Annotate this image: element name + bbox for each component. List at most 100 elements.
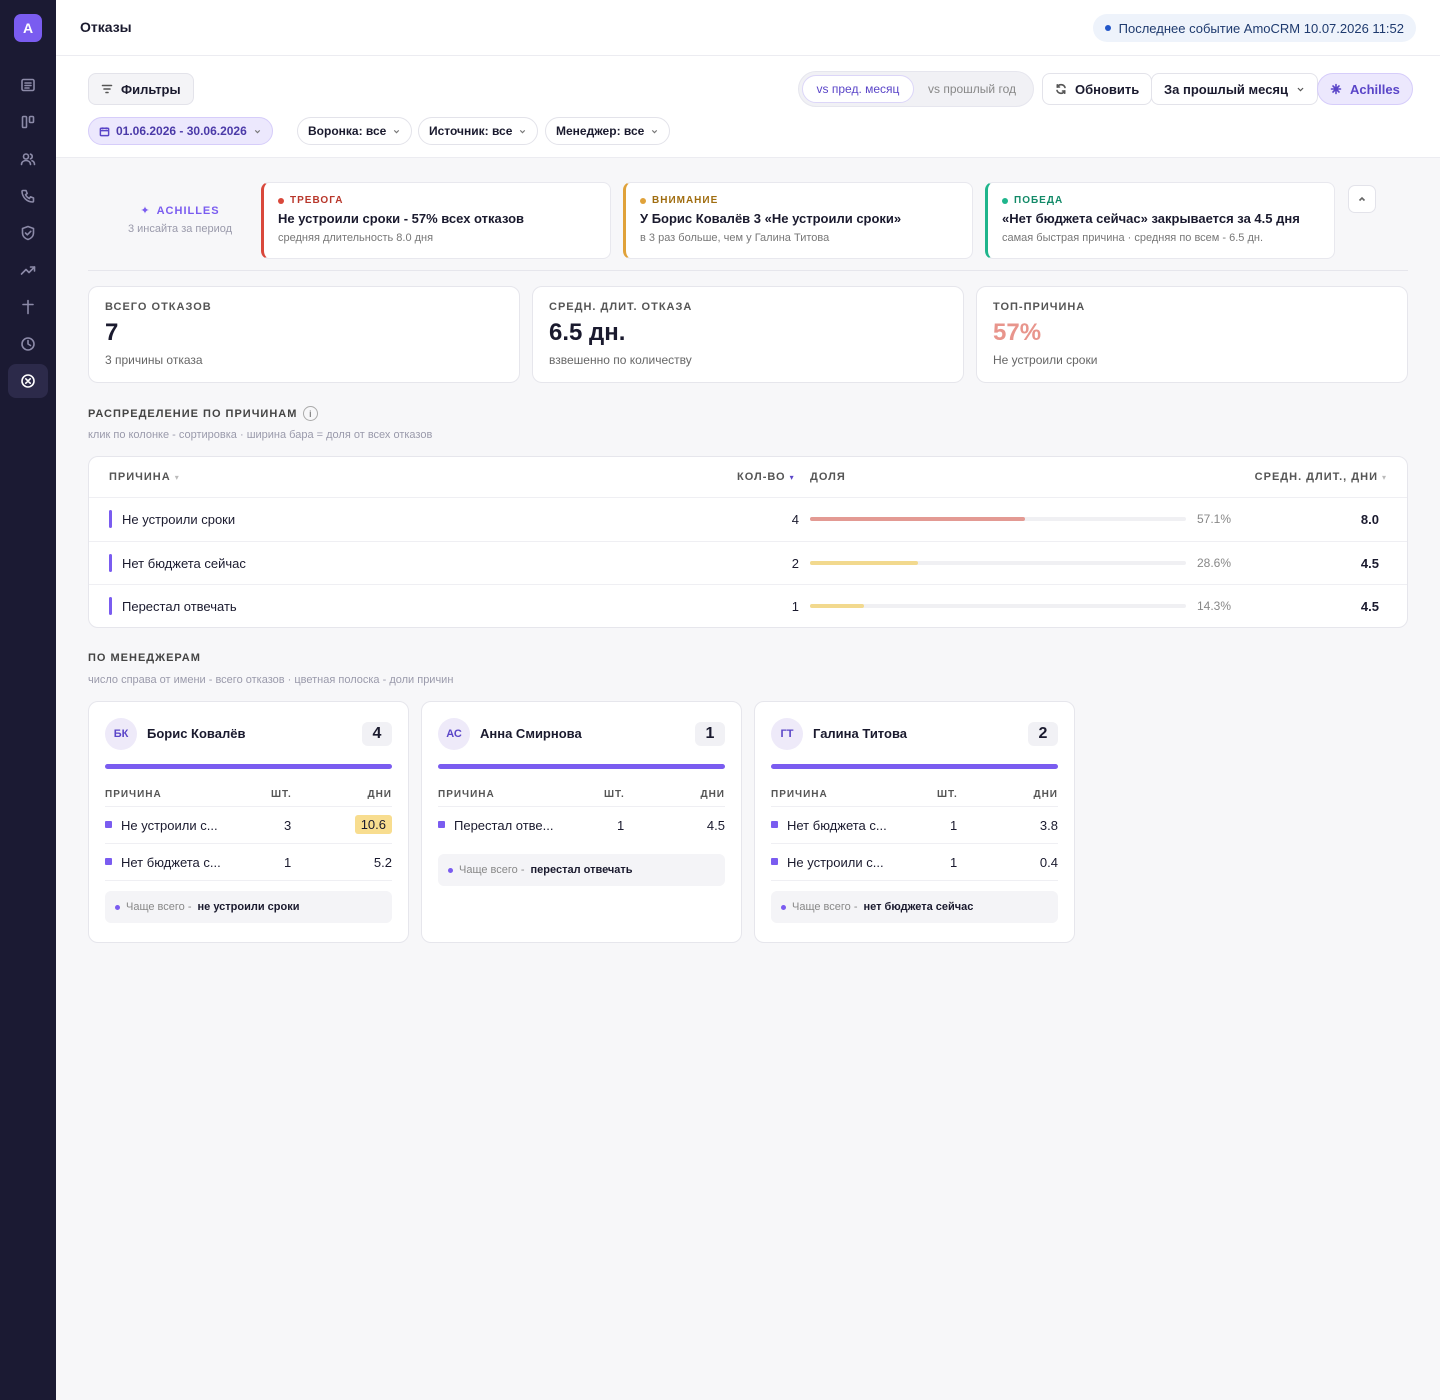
refresh-label: Обновить — [1075, 81, 1140, 97]
kpi-subtitle: Не устроили сроки — [993, 353, 1098, 367]
col-days: ДНИ — [700, 789, 725, 800]
compare-prev-year[interactable]: vs прошлый год — [915, 75, 1029, 103]
manager-card-header: БК Борис Ковалёв 4 — [105, 718, 392, 750]
list-item: Нет бюджета с... 1 3.8 — [771, 807, 1058, 844]
reason-label: Нет бюджета с... — [121, 855, 221, 870]
sidebar-item-history[interactable] — [8, 327, 48, 361]
share-bar-fill — [810, 561, 918, 565]
date-range-chip[interactable]: 01.06.2026 - 30.06.2026 — [88, 117, 273, 145]
reason-count: 1 — [617, 818, 625, 833]
reason-label: Не устроили с... — [787, 855, 884, 870]
dot-icon — [115, 904, 120, 910]
row-count: 2 — [791, 556, 799, 571]
sidebar-item-rejections[interactable] — [8, 364, 48, 398]
bullet-icon — [105, 821, 112, 828]
info-icon[interactable]: i — [303, 406, 319, 421]
top-reason-note: Чаще всего - не устроили сроки — [105, 891, 392, 923]
kpi-top-reason: ТОП-ПРИЧИНА 57% Не устроили сроки — [976, 286, 1408, 383]
kpi-subtitle: взвешенно по количеству — [549, 353, 692, 367]
row-duration: 4.5 — [1360, 599, 1379, 614]
filters-button[interactable]: Фильтры — [88, 73, 194, 105]
manager-name: Анна Смирнова — [480, 726, 582, 741]
manager-card-header: ГТ Галина Титова 2 — [771, 718, 1058, 750]
table-row[interactable]: Не устроили сроки 4 57.1% 8.0 — [89, 497, 1407, 540]
sidebar-item-users[interactable] — [8, 142, 48, 176]
collapse-insights-button[interactable] — [1348, 185, 1376, 213]
insight-title: «Нет бюджета сейчас» закрывается за 4.5 … — [1002, 211, 1300, 226]
row-duration: 4.5 — [1360, 556, 1379, 571]
sidebar-item-reports[interactable] — [8, 68, 48, 102]
share-bar-fill — [810, 517, 1025, 521]
col-count: ШТ. — [271, 789, 292, 800]
refresh-button[interactable]: Обновить — [1042, 73, 1153, 105]
chevron-down-icon — [394, 129, 400, 133]
calendar-icon — [99, 126, 110, 136]
reason-days: 4.5 — [706, 818, 725, 833]
compare-prev-month[interactable]: vs пред. месяц — [802, 75, 914, 103]
reason-count: 3 — [284, 818, 292, 833]
sidebar-item-calls[interactable] — [8, 179, 48, 213]
col-header-reason-label: ПРИЧИНА — [109, 471, 171, 483]
sidebar-item-kanban[interactable] — [8, 105, 48, 139]
manager-card[interactable]: БК Борис Ковалёв 4 ПРИЧИНА ШТ. ДНИ Не ус… — [88, 701, 409, 943]
table-row[interactable]: Нет бюджета сейчас 2 28.6% 4.5 — [89, 541, 1407, 584]
sidebar-item-split[interactable] — [8, 290, 48, 324]
row-reason: Не устроили сроки — [122, 512, 236, 527]
divider — [88, 270, 1408, 271]
achilles-summary: ✦ ACHILLES 3 инсайта за период — [120, 204, 240, 236]
col-header-count[interactable]: КОЛ-ВО ▾ — [737, 471, 795, 483]
source-chip[interactable]: Источник: все — [418, 117, 539, 145]
reasons-table: ПРИЧИНА ▾ КОЛ-ВО ▾ ДОЛЯ СРЕДН. ДЛИТ., ДНИ ▾… — [88, 456, 1408, 628]
row-duration: 8.0 — [1360, 512, 1379, 527]
top-reason-note: Чаще всего - нет бюджета сейчас — [771, 891, 1058, 923]
share-bar-track — [810, 561, 1186, 565]
manager-card[interactable]: ГТ Галина Титова 2 ПРИЧИНА ШТ. ДНИ Нет б… — [754, 701, 1075, 943]
achilles-title: ✦ ACHILLES — [120, 204, 240, 218]
row-reason: Перестал отвечать — [122, 599, 237, 614]
insight-card-win[interactable]: ПОБЕДА «Нет бюджета сейчас» закрывается … — [985, 182, 1335, 259]
insight-tag-text: ВНИМАНИЕ — [652, 195, 719, 206]
manager-table-header: ПРИЧИНА ШТ. ДНИ — [105, 787, 392, 807]
reason-days: 5.2 — [373, 855, 392, 870]
chevron-down-icon — [1297, 87, 1304, 91]
list-item: Перестал отве... 1 4.5 — [438, 807, 725, 844]
row-marker — [109, 510, 112, 528]
col-reason: ПРИЧИНА — [438, 789, 495, 800]
phone-icon — [21, 189, 35, 203]
achilles-button[interactable]: Achilles — [1317, 73, 1413, 105]
manager-chip[interactable]: Менеджер: все — [545, 117, 671, 145]
period-select[interactable]: За прошлый месяц — [1151, 73, 1319, 105]
col-days: ДНИ — [367, 789, 392, 800]
reason-days: 10.6 — [354, 815, 392, 834]
insight-tag-text: ТРЕВОГА — [290, 195, 344, 206]
table-row[interactable]: Перестал отвечать 1 14.3% 4.5 — [89, 584, 1407, 627]
clock-icon — [21, 337, 35, 351]
funnel-chip[interactable]: Воронка: все — [297, 117, 413, 145]
sidebar-item-quality[interactable] — [8, 216, 48, 250]
insight-tag: ВНИМАНИЕ — [640, 195, 958, 206]
col-header-reason[interactable]: ПРИЧИНА ▾ — [109, 471, 180, 483]
top-reason-note: Чаще всего - перестал отвечать — [438, 854, 725, 886]
kpi-label: ВСЕГО ОТКАЗОВ — [105, 301, 212, 313]
avatar: БК — [105, 718, 137, 750]
col-header-duration[interactable]: СРЕДН. ДЛИТ., ДНИ ▾ — [1255, 471, 1387, 483]
split-icon — [22, 299, 34, 315]
sidebar: A — [0, 0, 56, 1400]
sort-arrow-icon: ▾ — [174, 473, 180, 482]
insight-card-attention[interactable]: ВНИМАНИЕ У Борис Ковалёв 3 «Не устроили … — [623, 182, 973, 259]
col-header-share[interactable]: ДОЛЯ — [810, 471, 846, 483]
app-logo[interactable]: A — [14, 14, 42, 42]
manager-name: Галина Титова — [813, 726, 907, 741]
bullet-icon — [105, 858, 112, 865]
sidebar-item-trends[interactable] — [8, 253, 48, 287]
manager-total: 2 — [1028, 722, 1058, 746]
kanban-icon — [21, 115, 35, 129]
filter-bar: Фильтры vs пред. месяц vs прошлый год Об… — [56, 56, 1440, 158]
insight-card-alarm[interactable]: ТРЕВОГА Не устроили сроки - 57% всех отк… — [261, 182, 611, 259]
funnel-label: Воронка: все — [308, 124, 387, 138]
reason-share-bar — [771, 764, 1058, 769]
manager-card[interactable]: АС Анна Смирнова 1 ПРИЧИНА ШТ. ДНИ Перес… — [421, 701, 742, 943]
col-reason: ПРИЧИНА — [105, 789, 162, 800]
reason-count: 1 — [284, 855, 292, 870]
dot-icon — [448, 867, 453, 873]
